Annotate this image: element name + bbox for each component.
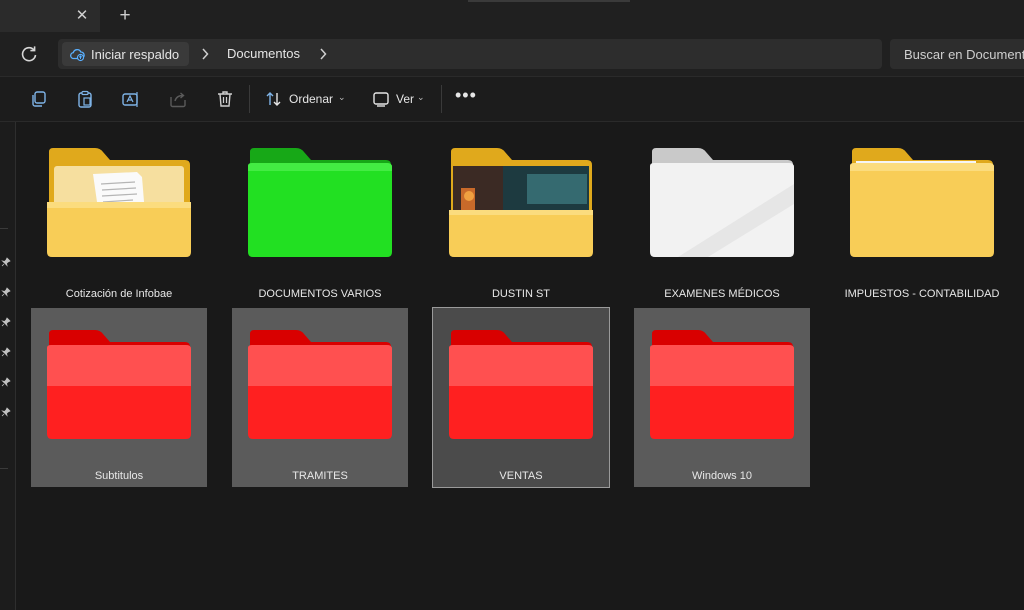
copy-icon[interactable] bbox=[29, 89, 49, 109]
folder-item[interactable]: IMPUESTOS - CONTABILIDAD bbox=[834, 122, 1010, 300]
search-input[interactable] bbox=[890, 39, 1024, 69]
nav-divider bbox=[0, 228, 8, 229]
folder-icon bbox=[47, 148, 191, 257]
close-tab-icon[interactable]: ✕ bbox=[72, 6, 92, 26]
active-tab[interactable]: ✕ bbox=[0, 0, 100, 32]
folder-item-selected[interactable]: VENTAS bbox=[432, 307, 610, 488]
folder-icon bbox=[449, 148, 593, 257]
tab-strip: ✕ + bbox=[0, 0, 1024, 32]
folder-name: IMPUESTOS - CONTABILIDAD bbox=[844, 288, 1000, 300]
folder-name: VENTAS bbox=[499, 470, 543, 482]
folder-icon bbox=[248, 330, 392, 439]
window-drag-region bbox=[468, 0, 630, 2]
nav-divider bbox=[0, 468, 8, 469]
breadcrumb-item-documentos[interactable]: Documentos bbox=[221, 42, 306, 66]
pin-icon[interactable] bbox=[1, 377, 11, 387]
sort-icon bbox=[266, 92, 281, 106]
chevron-right-icon[interactable] bbox=[200, 47, 210, 61]
rename-icon[interactable] bbox=[121, 89, 141, 109]
search-box[interactable] bbox=[890, 39, 1024, 69]
view-button[interactable]: Ver ⌄ bbox=[372, 87, 428, 111]
file-list[interactable]: Cotización de Infobae DOCUMENTOS VARIOS … bbox=[17, 122, 1024, 610]
breadcrumb-label-backup: Iniciar respaldo bbox=[91, 47, 180, 62]
folder-icon bbox=[850, 148, 994, 257]
share-icon[interactable] bbox=[168, 89, 188, 109]
view-label: Ver bbox=[396, 92, 415, 106]
folder-item[interactable]: TRAMITES bbox=[232, 308, 408, 487]
folder-item[interactable]: DUSTIN ST bbox=[433, 122, 609, 300]
folder-icon bbox=[47, 330, 191, 439]
folder-item[interactable]: Windows 10 bbox=[634, 308, 810, 487]
folder-item[interactable]: Cotización de Infobae bbox=[31, 122, 207, 300]
breadcrumb-label-documentos: Documentos bbox=[227, 46, 300, 61]
folder-icon bbox=[650, 330, 794, 439]
toolbar-separator bbox=[441, 85, 442, 113]
delete-icon[interactable] bbox=[215, 89, 235, 109]
pin-icon[interactable] bbox=[1, 317, 11, 327]
breadcrumb-item-backup[interactable]: Iniciar respaldo bbox=[62, 42, 189, 66]
navigation-pane[interactable] bbox=[0, 122, 16, 610]
toolbar-separator bbox=[249, 85, 250, 113]
address-bar: Iniciar respaldo Documentos bbox=[0, 32, 1024, 76]
chevron-down-icon: ⌄ bbox=[338, 92, 346, 102]
chevron-down-icon: ⌄ bbox=[417, 92, 425, 102]
folder-icon bbox=[248, 148, 392, 257]
folder-name: Windows 10 bbox=[692, 470, 752, 482]
pin-icon[interactable] bbox=[1, 257, 11, 267]
cloud-backup-icon bbox=[70, 49, 85, 62]
sort-button[interactable]: Ordenar ⌄ bbox=[265, 87, 347, 111]
folder-name: DOCUMENTOS VARIOS bbox=[258, 288, 382, 300]
pin-icon[interactable] bbox=[1, 347, 11, 357]
view-icon bbox=[373, 92, 389, 107]
sort-label: Ordenar bbox=[289, 92, 334, 106]
folder-name: EXAMENES MÉDICOS bbox=[664, 288, 780, 300]
folder-item[interactable]: EXAMENES MÉDICOS bbox=[634, 122, 810, 300]
paste-icon[interactable] bbox=[75, 89, 95, 109]
pin-icon[interactable] bbox=[1, 407, 11, 417]
more-options-icon[interactable]: ••• bbox=[455, 86, 476, 109]
folder-name: Subtitulos bbox=[94, 470, 144, 482]
folder-name: TRAMITES bbox=[292, 470, 348, 482]
folder-icon bbox=[650, 148, 794, 257]
refresh-icon[interactable] bbox=[18, 43, 40, 65]
breadcrumb[interactable]: Iniciar respaldo Documentos bbox=[58, 39, 882, 69]
pin-icon[interactable] bbox=[1, 287, 11, 297]
folder-item[interactable]: DOCUMENTOS VARIOS bbox=[232, 122, 408, 300]
folder-item[interactable]: Subtitulos bbox=[31, 308, 207, 487]
chevron-right-icon[interactable] bbox=[318, 47, 328, 61]
folder-name: DUSTIN ST bbox=[491, 288, 551, 300]
folder-name: Cotización de Infobae bbox=[65, 288, 173, 300]
command-bar: Ordenar ⌄ Ver ⌄ ••• bbox=[0, 77, 1024, 121]
new-tab-icon[interactable]: + bbox=[114, 5, 136, 27]
folder-icon bbox=[449, 330, 593, 439]
